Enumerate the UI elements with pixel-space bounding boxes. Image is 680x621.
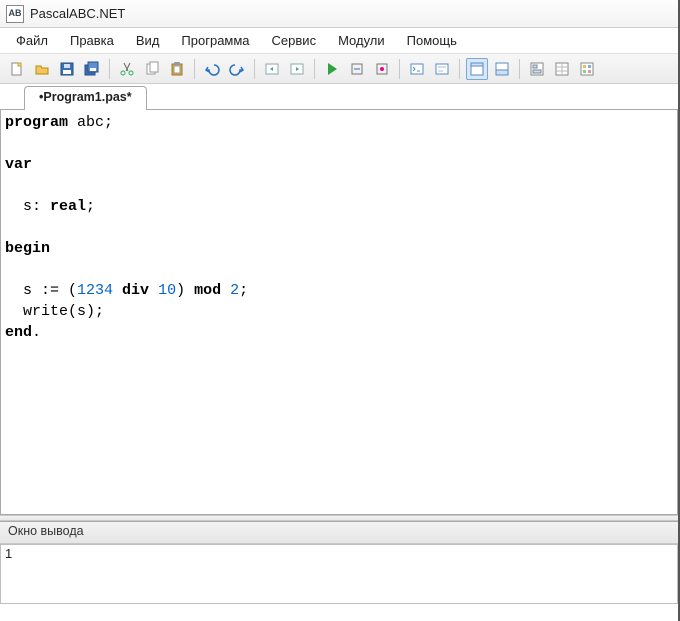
toolbar (0, 54, 678, 84)
cut-button[interactable] (116, 58, 138, 80)
title-bar: AB PascalABC.NET (0, 0, 678, 28)
tab-strip: •Program1.pas* (0, 84, 678, 110)
redo-icon (229, 61, 245, 77)
props-button[interactable] (551, 58, 573, 80)
menu-edit[interactable]: Правка (60, 30, 124, 51)
toolbox-icon (579, 61, 595, 77)
run-icon (324, 61, 340, 77)
run-button[interactable] (321, 58, 343, 80)
toolbar-separator (194, 59, 195, 79)
props-icon (554, 61, 570, 77)
tab-label: •Program1.pas* (39, 90, 132, 104)
navigate-forward-icon (289, 61, 305, 77)
navigate-back-icon (264, 61, 280, 77)
step-over-icon (349, 61, 365, 77)
console-icon (494, 61, 510, 77)
paste-button[interactable] (166, 58, 188, 80)
terminal-icon (409, 61, 425, 77)
save-button[interactable] (56, 58, 78, 80)
menu-file[interactable]: Файл (6, 30, 58, 51)
toolbox-button[interactable] (576, 58, 598, 80)
copy-icon (144, 61, 160, 77)
menu-modules[interactable]: Модули (328, 30, 395, 51)
new-button[interactable] (6, 58, 28, 80)
copy-button[interactable] (141, 58, 163, 80)
menu-view[interactable]: Вид (126, 30, 170, 51)
terminal-button[interactable] (406, 58, 428, 80)
save-icon (59, 61, 75, 77)
output-panel: Окно вывода 1 (0, 521, 678, 604)
tab-program1[interactable]: •Program1.pas* (24, 86, 147, 110)
step-into-button[interactable] (371, 58, 393, 80)
step-into-icon (374, 61, 390, 77)
toolbar-separator (109, 59, 110, 79)
save-all-icon (84, 61, 100, 77)
find-button[interactable] (431, 58, 453, 80)
paste-icon (169, 61, 185, 77)
save-all-button[interactable] (81, 58, 103, 80)
toolbar-separator (314, 59, 315, 79)
menu-program[interactable]: Программа (171, 30, 259, 51)
undo-button[interactable] (201, 58, 223, 80)
console-button[interactable] (491, 58, 513, 80)
output-body[interactable]: 1 (0, 544, 678, 604)
form-designer-icon (529, 61, 545, 77)
menu-help[interactable]: Помощь (397, 30, 467, 51)
undo-icon (204, 61, 220, 77)
code-content: program abc; var s: real; begin s := (12… (1, 110, 677, 345)
menu-service[interactable]: Сервис (262, 30, 327, 51)
open-icon (34, 61, 50, 77)
output-text: 1 (5, 546, 12, 561)
toolbar-separator (519, 59, 520, 79)
find-icon (434, 61, 450, 77)
app-icon: AB (6, 5, 24, 23)
toolbar-separator (254, 59, 255, 79)
code-editor[interactable]: program abc; var s: real; begin s := (12… (0, 110, 678, 515)
form-designer-button[interactable] (526, 58, 548, 80)
navigate-back-button[interactable] (261, 58, 283, 80)
navigate-forward-button[interactable] (286, 58, 308, 80)
new-icon (9, 61, 25, 77)
redo-button[interactable] (226, 58, 248, 80)
toolbar-separator (399, 59, 400, 79)
cut-icon (119, 61, 135, 77)
panel-button[interactable] (466, 58, 488, 80)
toolbar-separator (459, 59, 460, 79)
output-header: Окно вывода (0, 522, 678, 544)
open-button[interactable] (31, 58, 53, 80)
panel-icon (469, 61, 485, 77)
step-over-button[interactable] (346, 58, 368, 80)
app-title: PascalABC.NET (30, 6, 125, 21)
menu-bar: ФайлПравкаВидПрограммаСервисМодулиПомощь (0, 28, 678, 54)
